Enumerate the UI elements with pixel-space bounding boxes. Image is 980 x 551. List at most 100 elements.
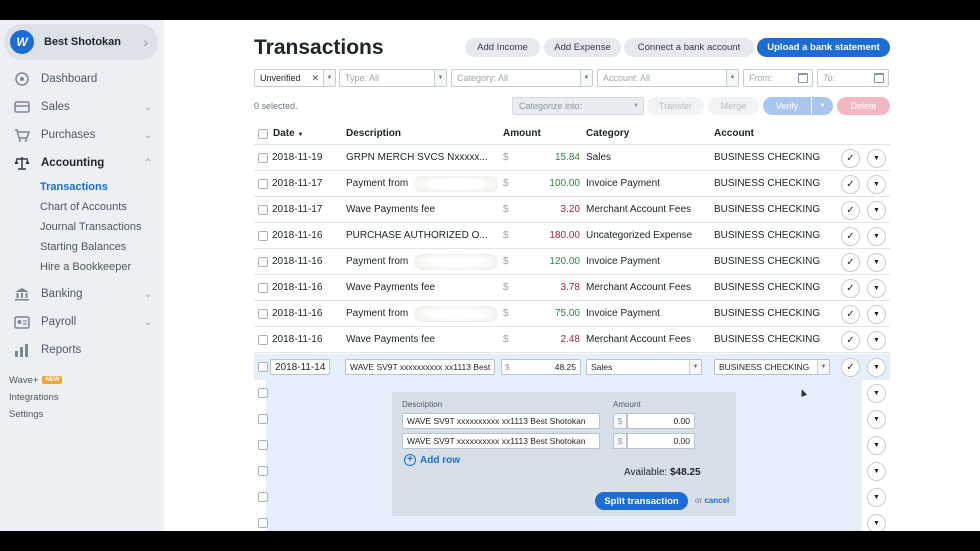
row-menu-icon[interactable]: ▼: [867, 488, 886, 507]
nav-wave-plus[interactable]: Wave+ NEW: [9, 375, 63, 386]
row-amount[interactable]: 2.48: [514, 334, 580, 345]
row-category[interactable]: Invoice Payment: [586, 308, 710, 319]
row-menu-icon[interactable]: ▼: [867, 279, 886, 298]
row-account[interactable]: BUSINESS CHECKING: [714, 152, 838, 163]
delete-button[interactable]: Delete: [837, 97, 890, 115]
row-menu-icon[interactable]: ▼: [867, 175, 886, 194]
table-row[interactable]: 2018-11-16 Payment from $75.00 Invoice Paym…: [254, 301, 890, 327]
row-category[interactable]: Merchant Account Fees: [586, 204, 710, 215]
split-line-1-amount[interactable]: 0.00: [627, 413, 695, 429]
row-amount[interactable]: 3.20: [514, 204, 580, 215]
add-row-button[interactable]: + Add row: [404, 454, 460, 466]
nav-settings[interactable]: Settings: [9, 409, 43, 420]
split-line-1-description[interactable]: WAVE SV9T xxxxxxxxxx xx1113 Best Shotoka…: [402, 413, 600, 429]
row-category[interactable]: Invoice Payment: [586, 178, 710, 189]
row-checkbox[interactable]: [258, 492, 268, 502]
upload-statement-button[interactable]: Upload a bank statement: [757, 38, 890, 57]
row-date[interactable]: 2018-11-16: [272, 282, 322, 293]
verify-row-icon[interactable]: ✓: [841, 358, 860, 377]
verify-row-icon[interactable]: ✓: [841, 175, 860, 194]
row-menu-icon[interactable]: ▼: [867, 462, 886, 481]
row-amount[interactable]: 180.00: [514, 230, 580, 241]
calendar-icon[interactable]: [798, 73, 808, 83]
row-menu-icon[interactable]: ▼: [867, 436, 886, 455]
row-checkbox[interactable]: [258, 283, 268, 293]
subnav-chart-of-accounts[interactable]: Chart of Accounts: [40, 201, 127, 213]
merge-button[interactable]: Merge: [708, 97, 759, 115]
verify-row-icon[interactable]: ✓: [841, 149, 860, 168]
nav-accounting[interactable]: Accounting ⌃: [0, 151, 164, 175]
row-menu-icon[interactable]: ▼: [867, 331, 886, 350]
row-amount[interactable]: 100.00: [514, 178, 580, 189]
row-menu-icon[interactable]: ▼: [867, 149, 886, 168]
nav-banking[interactable]: Banking ⌄: [0, 282, 164, 306]
row-date[interactable]: 2018-11-16: [272, 334, 322, 345]
row-checkbox[interactable]: [258, 257, 268, 267]
from-date-input[interactable]: From:: [743, 69, 813, 87]
add-expense-button[interactable]: Add Expense: [544, 38, 621, 57]
row-category[interactable]: Sales: [586, 152, 710, 163]
split-line-2-amount[interactable]: 0.00: [627, 433, 695, 449]
verify-row-icon[interactable]: ✓: [841, 331, 860, 350]
row-date[interactable]: 2018-11-17: [272, 178, 322, 189]
verify-button[interactable]: Verify: [763, 97, 811, 115]
row-checkbox[interactable]: [258, 414, 268, 424]
row-menu-icon[interactable]: ▼: [867, 410, 886, 429]
categorize-into-select[interactable]: Categorize into: ▼: [512, 97, 644, 115]
verify-dropdown-icon[interactable]: ▼: [812, 97, 833, 115]
row-checkbox[interactable]: [258, 440, 268, 450]
row-account[interactable]: BUSINESS CHECKING: [714, 178, 838, 189]
cancel-link[interactable]: cancel: [704, 496, 729, 505]
row-category[interactable]: Invoice Payment: [586, 256, 710, 267]
row-amount[interactable]: 75.00: [514, 308, 580, 319]
row-menu-icon[interactable]: ▼: [867, 227, 886, 246]
row-checkbox[interactable]: [258, 518, 268, 528]
subnav-starting-balances[interactable]: Starting Balances: [40, 241, 126, 253]
row-date[interactable]: 2018-11-16: [272, 256, 322, 267]
row-date[interactable]: 2018-11-16: [272, 230, 322, 241]
verify-row-icon[interactable]: ✓: [841, 227, 860, 246]
subnav-journal-transactions[interactable]: Journal Transactions: [40, 221, 142, 233]
row-checkbox[interactable]: [258, 231, 268, 241]
row-description[interactable]: Wave Payments fee: [346, 204, 492, 215]
row-checkbox[interactable]: [258, 466, 268, 476]
row-menu-icon[interactable]: ▼: [867, 384, 886, 403]
row-date[interactable]: 2018-11-16: [272, 308, 322, 319]
to-date-input[interactable]: To:: [817, 69, 889, 87]
account-filter[interactable]: Account: All ▼: [597, 69, 739, 87]
verify-row-icon[interactable]: ✓: [841, 253, 860, 272]
verify-row-icon[interactable]: ✓: [841, 279, 860, 298]
row-menu-icon[interactable]: ▼: [867, 253, 886, 272]
nav-reports[interactable]: Reports: [0, 338, 164, 362]
row-account[interactable]: BUSINESS CHECKING: [714, 230, 838, 241]
row-category[interactable]: Merchant Account Fees: [586, 334, 710, 345]
nav-dashboard[interactable]: Dashboard: [0, 67, 164, 91]
row-checkbox[interactable]: [258, 205, 268, 215]
subnav-transactions[interactable]: Transactions: [40, 181, 108, 193]
edit-category-select[interactable]: Sales ▼: [586, 359, 702, 375]
connect-bank-button[interactable]: Connect a bank account: [624, 38, 754, 57]
row-date[interactable]: 2018-11-17: [272, 204, 322, 215]
row-account[interactable]: BUSINESS CHECKING: [714, 256, 838, 267]
edit-amount-input[interactable]: $ 48.25: [501, 359, 581, 375]
table-row[interactable]: 2018-11-16 Wave Payments fee $2.48 Merchant…: [254, 327, 890, 353]
row-description[interactable]: GRPN MERCH SVCS Nxxxxx...: [346, 152, 492, 163]
status-filter[interactable]: Unverified ✕ ▼: [254, 69, 336, 87]
row-description[interactable]: PURCHASE AUTHORIZED O...: [346, 230, 492, 241]
row-menu-icon[interactable]: ▼: [867, 305, 886, 324]
nav-integrations[interactable]: Integrations: [9, 392, 59, 403]
split-transaction-button[interactable]: Split transaction: [595, 492, 688, 510]
column-date[interactable]: Date ▼: [273, 128, 303, 139]
row-menu-icon[interactable]: ▼: [867, 514, 886, 531]
row-checkbox[interactable]: [258, 335, 268, 345]
table-row[interactable]: 2018-11-16 Wave Payments fee $3.78 Merchant…: [254, 275, 890, 301]
clear-icon[interactable]: ✕: [311, 73, 319, 84]
row-amount[interactable]: 3.78: [514, 282, 580, 293]
row-account[interactable]: BUSINESS CHECKING: [714, 204, 838, 215]
table-row[interactable]: 2018-11-19 GRPN MERCH SVCS Nxxxxx... $15.8…: [254, 145, 890, 171]
row-amount[interactable]: 15.84: [514, 152, 580, 163]
row-category[interactable]: Uncategorized Expense: [586, 230, 710, 241]
nav-payroll[interactable]: Payroll ⌄: [0, 310, 164, 334]
row-account[interactable]: BUSINESS CHECKING: [714, 282, 838, 293]
edit-date-input[interactable]: 2018-11-14: [270, 359, 330, 375]
